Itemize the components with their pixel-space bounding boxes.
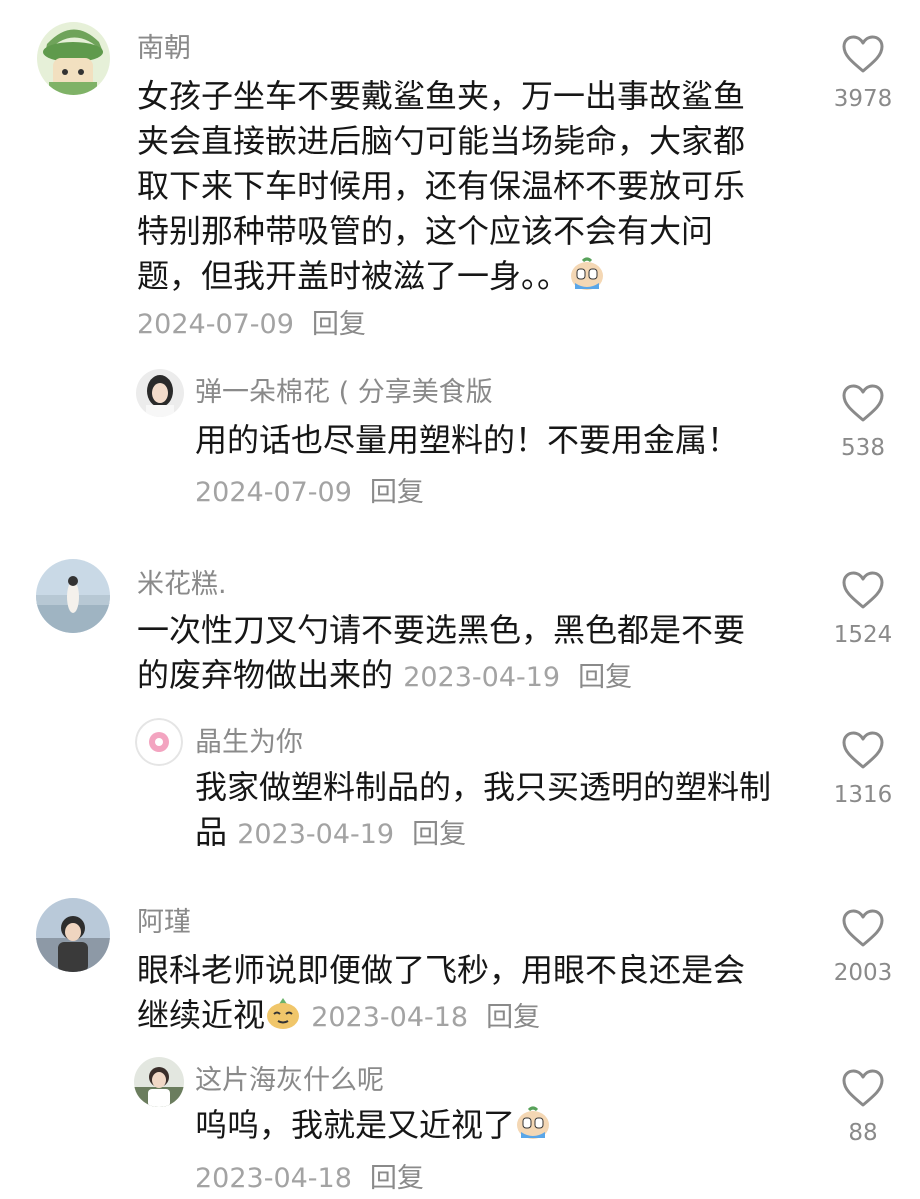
- reply-button[interactable]: 回复: [312, 309, 366, 340]
- comment-username[interactable]: 南朝: [137, 26, 191, 65]
- avatar[interactable]: [36, 898, 110, 972]
- avatar[interactable]: [136, 369, 184, 417]
- like-count: 538: [841, 435, 885, 461]
- like-count: 2003: [833, 960, 893, 986]
- avatar[interactable]: [36, 559, 110, 633]
- comment-date: 2023-04-19: [237, 819, 395, 850]
- comment-text: 一次性刀叉勺请不要选黑色，黑色都是不要 的废弃物做出来的 2023-04-19 回…: [137, 608, 745, 700]
- like-count: 3978: [833, 86, 893, 112]
- comment-text-line: 取下来下车时候用，还有保温杯不要放可乐: [137, 167, 746, 205]
- comment-meta: 2024-07-09 回复: [137, 302, 366, 341]
- heart-outline-icon: [842, 909, 884, 947]
- reply-button[interactable]: 回复: [412, 819, 466, 850]
- comment-text-line: 夹会直接嵌进后脑勺可能当场毙命，大家都: [137, 122, 746, 160]
- smug-face-emoji-icon: [265, 996, 301, 1030]
- like-button[interactable]: 88: [833, 1068, 893, 1146]
- comment-username[interactable]: 这片海灰什么呢: [195, 1058, 384, 1097]
- heart-outline-icon: [842, 731, 884, 769]
- comment-text-line: 继续近视: [137, 996, 266, 1034]
- comment-text-line: 我家做塑料制品的，我只买透明的塑料制: [195, 768, 772, 806]
- comment-username[interactable]: 晶生为你: [195, 720, 303, 759]
- comment-text-line: 女孩子坐车不要戴鲨鱼夹，万一出事故鲨鱼: [137, 77, 746, 115]
- comment-text: 呜呜，我就是又近视了: [195, 1103, 551, 1148]
- like-button[interactable]: 2003: [833, 908, 893, 986]
- like-button[interactable]: 1316: [833, 730, 893, 808]
- reply-button[interactable]: 回复: [578, 662, 632, 693]
- comment-text-line: 用的话也尽量用塑料的！不要用金属！: [195, 421, 740, 459]
- crying-face-emoji-icon: [515, 1106, 551, 1140]
- like-count: 1316: [833, 782, 893, 808]
- comment-text-line: 品: [195, 813, 228, 851]
- comment-date: 2024-07-09: [137, 309, 294, 340]
- reply-button[interactable]: 回复: [486, 1002, 540, 1033]
- comment-text-line: 题，但我开盖时被滋了一身。。: [137, 257, 570, 295]
- comment-text: 女孩子坐车不要戴鲨鱼夹，万一出事故鲨鱼 夹会直接嵌进后脑勺可能当场毙命，大家都 …: [137, 74, 745, 299]
- heart-outline-icon: [842, 1069, 884, 1107]
- comment-text: 用的话也尽量用塑料的！不要用金属！: [195, 418, 739, 463]
- comment-text: 眼科老师说即便做了飞秒，用眼不良还是会 继续近视 2023-04-18 回复: [137, 948, 745, 1040]
- comment-username[interactable]: 阿瑾: [137, 900, 191, 939]
- comment-date: 2023-04-18: [311, 1002, 469, 1033]
- comment-text: 我家做塑料制品的，我只买透明的塑料制 品 2023-04-19 回复: [195, 765, 771, 857]
- like-count: 88: [848, 1120, 878, 1146]
- like-count: 1524: [833, 622, 893, 648]
- heart-outline-icon: [842, 35, 884, 73]
- comment-meta: 2024-07-09 回复: [195, 470, 424, 509]
- crying-face-emoji-icon: [569, 257, 605, 291]
- like-button[interactable]: 3978: [833, 34, 893, 112]
- like-button[interactable]: 1524: [833, 570, 893, 648]
- comment-date: 2024-07-09: [195, 477, 352, 508]
- avatar[interactable]: [134, 1057, 184, 1107]
- comment-username[interactable]: 米花糕.: [137, 562, 227, 601]
- comment-date: 2023-04-19: [403, 662, 561, 693]
- heart-outline-icon: [842, 384, 884, 422]
- like-button[interactable]: 538: [833, 383, 893, 461]
- heart-outline-icon: [842, 571, 884, 609]
- comment-text-line: 的废弃物做出来的: [137, 656, 394, 694]
- comment-date: 2023-04-18: [195, 1163, 352, 1194]
- avatar[interactable]: [135, 718, 183, 766]
- comment-text-line: 眼科老师说即便做了飞秒，用眼不良还是会: [137, 951, 746, 989]
- avatar[interactable]: [37, 22, 110, 95]
- comment-username[interactable]: 弹一朵棉花 ( 分享美食版: [195, 370, 493, 409]
- comment-text-line: 一次性刀叉勺请不要选黑色，黑色都是不要: [137, 611, 746, 649]
- comment-meta: 2023-04-18 回复: [195, 1156, 424, 1195]
- reply-button[interactable]: 回复: [370, 1163, 424, 1194]
- comment-text-line: 呜呜，我就是又近视了: [195, 1106, 516, 1144]
- reply-button[interactable]: 回复: [370, 477, 424, 508]
- comment-text-line: 特别那种带吸管的，这个应该不会有大问: [137, 212, 714, 250]
